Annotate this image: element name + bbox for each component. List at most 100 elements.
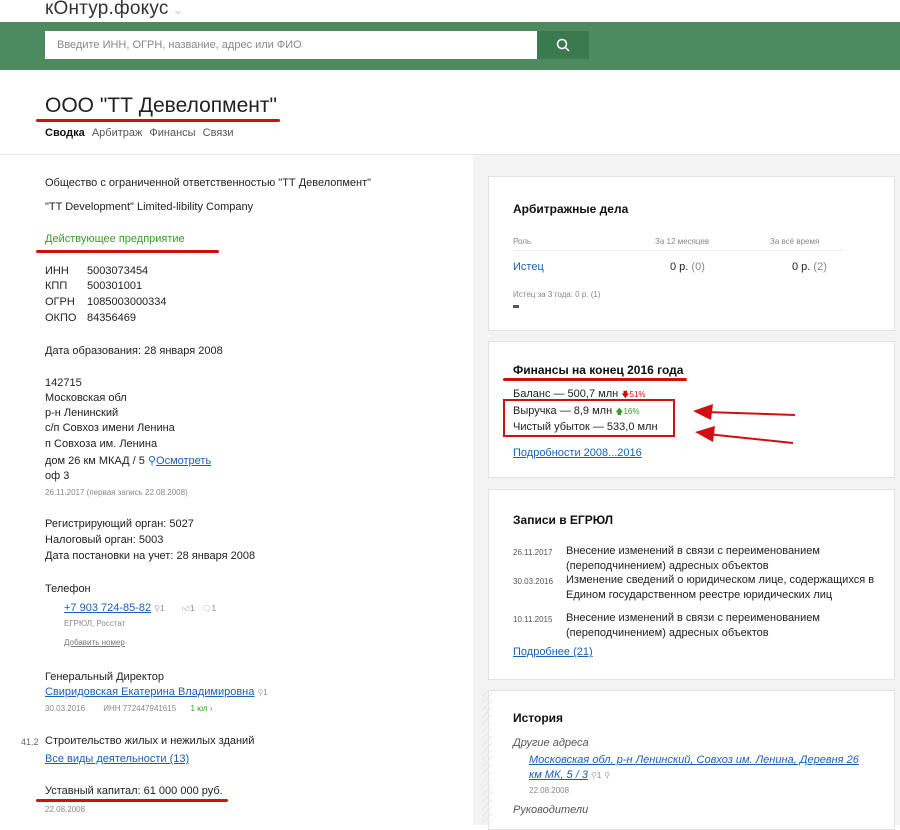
director-date: 30.03.2016 — [45, 704, 86, 713]
view-address-link[interactable]: Осмотреть — [156, 455, 211, 467]
director-searches: 1 — [263, 688, 268, 697]
add-phone-link[interactable]: Добавить номер — [64, 638, 125, 647]
finance-details-link[interactable]: Подробности 2008...2016 — [513, 447, 642, 459]
id-label: ОГРН — [45, 296, 75, 308]
arbitration-card: Арбитражные дела Роль За 12 месяцев За в… — [488, 176, 895, 331]
address-line: р-н Ленинский — [45, 407, 119, 419]
history-address-date: 22.08.2008 — [529, 786, 570, 795]
egrul-more-link[interactable]: Подробнее (21) — [513, 646, 593, 658]
egrul-entry: Внесение изменений в связи с переименова… — [566, 545, 820, 557]
english-name: "TT Development" Limited-libility Compan… — [45, 201, 254, 213]
top-bar: кОнтур.фокус ⌄ — [0, 0, 900, 22]
egrul-entry: Изменение сведений о юридическом лице, с… — [566, 574, 875, 586]
tab-links[interactable]: Связи — [203, 127, 234, 139]
history-address-link-2[interactable]: км МК, 5 / 3 — [529, 769, 588, 781]
reg-info: Дата постановки на учет: 28 января 2008 — [45, 550, 256, 562]
history-title: История — [513, 711, 564, 725]
egrul-entry: Едином государственном реестре юридическ… — [566, 589, 833, 601]
director-label: Генеральный Директор — [45, 671, 165, 683]
tab-arbitration[interactable]: Арбитраж — [92, 127, 143, 139]
capital-underline — [36, 799, 228, 802]
address-house: дом 26 км МКАД / 5 ⚲Осмотреть — [45, 454, 211, 467]
address-house-text: дом 26 км МКАД / 5 — [45, 455, 145, 467]
chevron-right-icon: › — [209, 704, 213, 713]
logo[interactable]: кОнтур.фокус ⌄ — [45, 0, 184, 20]
all-activities-link[interactable]: Все виды деятельности (13) — [45, 753, 189, 765]
tab-finance[interactable]: Финансы — [149, 127, 195, 139]
plaintiff-12m: 0 р. (0) — [670, 261, 705, 273]
egrul-entry: Внесение изменений в связи с переименова… — [566, 612, 820, 624]
address-office: оф 3 — [45, 470, 70, 482]
thumb-up-icon[interactable]: 👍︎ — [182, 604, 190, 613]
chevron-down-icon[interactable]: ⌄ — [173, 2, 184, 17]
leaders-label: Руководители — [513, 804, 589, 816]
id-label: ОКПО — [45, 312, 77, 324]
phone-likes: 1 — [189, 604, 195, 613]
finance-title: Финансы на конец 2016 года — [513, 363, 684, 377]
mini-bar — [513, 305, 519, 308]
arrow-down-icon: 🡇 — [621, 390, 630, 399]
egrul-title: Записи в ЕГРЮЛ — [513, 513, 614, 527]
okved-code: 41.2 — [21, 737, 39, 747]
okpo-value: 84356469 — [87, 312, 136, 324]
col-12m: За 12 месяцев — [655, 237, 710, 246]
id-label: ИНН — [45, 265, 69, 277]
search-input[interactable] — [45, 31, 537, 59]
capital-date: 22.08.2008 — [45, 805, 86, 814]
page-title: ООО "ТТ Девелопмент" — [45, 94, 277, 117]
phone-row: +7 903 724-85-82 ⚲1 👍︎1 🗨︎1 — [64, 602, 216, 614]
phone-comments: 1 — [211, 604, 217, 613]
search-icon — [556, 38, 570, 52]
arrow-line — [704, 411, 796, 416]
history-address-row: км МК, 5 / 3 ⚲1 ⚲ — [529, 769, 610, 781]
location-pin-icon: ⚲ — [604, 771, 611, 780]
title-underline — [36, 119, 280, 122]
address-line: с/п Совхоз имени Ленина — [45, 422, 175, 434]
ogrn-value: 1085003000334 — [87, 296, 167, 308]
arrow-head — [695, 426, 715, 442]
arbitration-title: Арбитражные дела — [513, 202, 629, 216]
arrow-head — [693, 404, 713, 420]
director-row: Свиридовская Екатерина Владимировна ⚲1 — [45, 686, 268, 698]
history-card: История Другие адреса Московская обл, р-… — [488, 690, 895, 830]
address-date: 26.11.2017 (первая запись 22.08.2008) — [45, 488, 188, 497]
egrul-date: 30.03.2016 — [513, 577, 554, 586]
capital-text: Уставный капитал: 61 000 000 руб. — [45, 785, 223, 797]
okved-text: Строительство жилых и нежилых зданий — [45, 735, 255, 747]
tab-summary[interactable]: Сводка — [45, 127, 85, 139]
egrul-entry: (переподчинением) адресных объектов — [566, 560, 769, 572]
finance-title-underline — [503, 378, 687, 381]
plaintiff-all: 0 р. (2) — [792, 261, 827, 273]
search-button[interactable] — [537, 31, 589, 59]
comment-icon[interactable]: 🗨︎ — [202, 604, 212, 613]
phone-link[interactable]: +7 903 724-85-82 — [64, 602, 151, 614]
phone-searches: 1 — [160, 604, 165, 613]
phone-label: Телефон — [45, 583, 91, 595]
director-related-link[interactable]: 1 юл › — [190, 704, 212, 713]
role-plaintiff-link[interactable]: Истец — [513, 261, 544, 273]
tabs: Сводка Арбитраж Финансы Связи — [45, 127, 237, 139]
plaintiff-3y-note: Истец за 3 года: 0 р. (1) — [513, 290, 601, 299]
egrul-card: Записи в ЕГРЮЛ 26.11.2017 Внесение измен… — [488, 489, 895, 680]
col-role: Роль — [513, 237, 532, 246]
founded-date: Дата образования: 28 января 2008 — [45, 345, 223, 357]
address-line: п Совхоза им. Ленина — [45, 438, 158, 450]
col-all: За всё время — [770, 237, 820, 246]
director-meta: 30.03.2016 ИНН 772447941615 1 юл › — [45, 704, 213, 713]
status-text: Действующее предприятие — [45, 233, 185, 245]
address-line: 142715 — [45, 377, 82, 389]
history-address-link[interactable]: Московская обл, р-н Ленинский, Совхоз им… — [529, 754, 859, 766]
director-related: 1 юл — [190, 704, 208, 713]
director-link[interactable]: Свиридовская Екатерина Владимировна — [45, 686, 254, 698]
director-inn: ИНН 772447941615 — [103, 704, 177, 713]
status-underline — [36, 250, 219, 253]
location-pin-icon: ⚲ — [147, 455, 157, 467]
search-bar — [0, 22, 900, 70]
highlight-box — [503, 399, 675, 437]
full-name: Общество с ограниченной ответственностью… — [45, 177, 372, 189]
egrul-date: 26.11.2017 — [513, 548, 553, 557]
torn-edge — [482, 690, 492, 825]
reg-info: Налоговый орган: 5003 — [45, 534, 164, 546]
history-address-searches: 1 — [596, 771, 602, 780]
other-addresses-label: Другие адреса — [513, 737, 589, 749]
